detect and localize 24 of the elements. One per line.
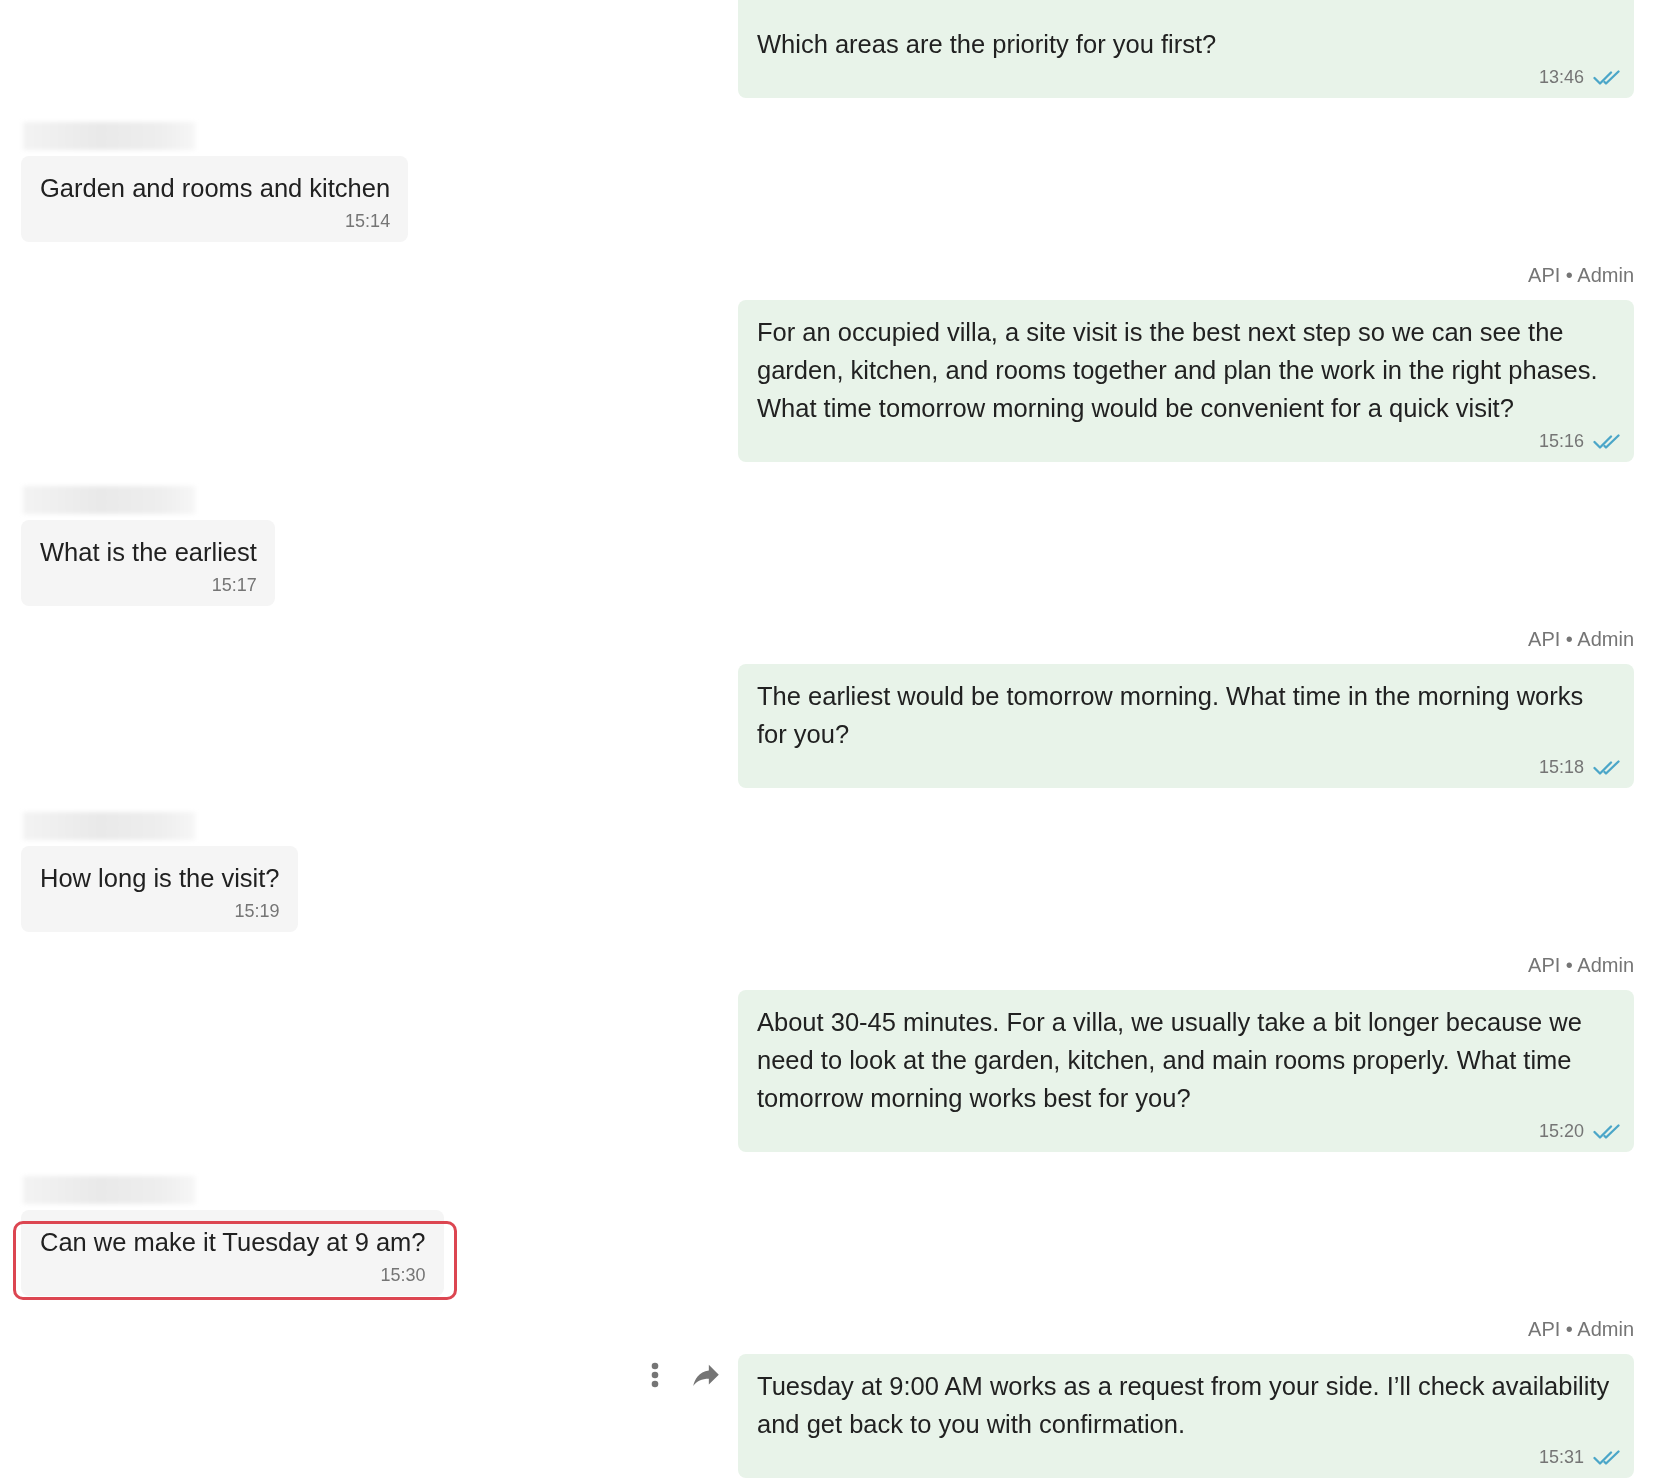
message-text: Which areas are the priority for you first?	[757, 29, 1218, 60]
sender-label: API • Admin	[1528, 264, 1634, 286]
message-time: 15:14	[345, 210, 391, 232]
message-time: 15:18	[1538, 756, 1584, 778]
sender-label: API • Admin	[1528, 1318, 1634, 1340]
message-text: Can we make it Tuesday at 9 am?	[40, 1227, 426, 1258]
message-time: 15:20	[1538, 1120, 1584, 1142]
sender-label: API • Admin	[1528, 628, 1634, 650]
message-text: Tuesday at 9:00 AM works as a request from your side. I’ll check availability and get back to you with confirmation.	[757, 1371, 1611, 1440]
more-options-icon[interactable]	[651, 1362, 659, 1388]
message-text: Garden and rooms and kitchen	[40, 173, 391, 204]
message-text: For an occupied villa, a site visit is the best next step so we can see the garden, kitchen, and rooms together and plan the work in the right phases. What time tomorrow morning would be convenient for a quick visit?	[757, 317, 1599, 424]
sender-label: API • Admin	[1528, 954, 1634, 976]
message-text: How long is the visit?	[40, 863, 280, 894]
message-time: 15:31	[1538, 1446, 1584, 1468]
message-text: About 30-45 minutes. For a villa, we usually take a bit longer because we need to look at the garden, kitchen, and main rooms properly. What time tomorrow morning works best for you?	[757, 1007, 1583, 1114]
message-text: The earliest would be tomorrow morning. What time in the morning works for you?	[757, 681, 1585, 750]
message-time: 13:46	[1538, 66, 1584, 88]
message-time: 15:30	[380, 1264, 426, 1286]
message-time: 15:16	[1538, 430, 1584, 452]
message-time: 15:19	[234, 900, 280, 922]
message-text: What is the earliest	[40, 537, 257, 568]
forward-icon[interactable]	[692, 1364, 720, 1386]
message-time: 15:17	[211, 574, 257, 596]
